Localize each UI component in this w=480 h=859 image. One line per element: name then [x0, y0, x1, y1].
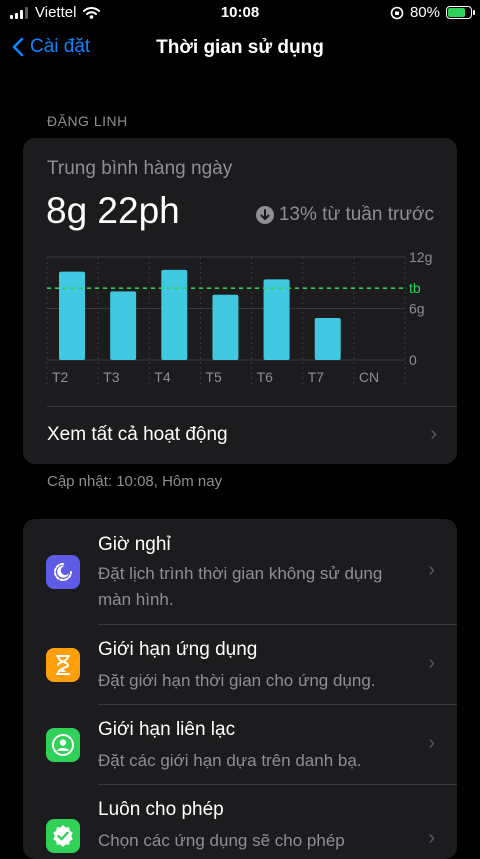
setting-title: Giới hạn ứng dụng — [98, 639, 258, 660]
chart-bar-T6 — [263, 279, 290, 360]
setting-subtitle-line: màn hình. — [98, 590, 174, 609]
setting-subtitle: Đặt các giới hạn dựa trên danh bạ. — [98, 748, 408, 774]
nav-bar: Cài đặt Thời gian sử dụng — [0, 28, 480, 72]
chevron-right-icon: › — [428, 827, 435, 849]
setting-row-always-allowed[interactable]: Luôn cho phép Chọn các ứng dụng sẽ cho p… — [23, 785, 457, 859]
status-bar: Viettel 10:08 80% — [0, 0, 480, 24]
battery-level — [448, 8, 465, 17]
setting-subtitle-line: Đặt các giới hạn dựa trên danh bạ. — [98, 751, 362, 770]
chevron-right-icon: › — [430, 423, 437, 445]
chevron-right-icon: › — [428, 732, 435, 754]
setting-row-communication-limits[interactable]: Giới hạn liên lạc Đặt các giới hạn dựa t… — [23, 705, 457, 785]
chart-x-label: T4 — [154, 369, 171, 385]
chart-x-label: T7 — [308, 369, 325, 385]
chevron-right-icon: › — [428, 559, 435, 581]
chart-x-label: T2 — [52, 369, 69, 385]
setting-title: Luôn cho phép — [98, 799, 224, 820]
see-all-activity-button[interactable]: Xem tất cả hoạt động › — [47, 423, 437, 446]
setting-row-app-limits[interactable]: Giới hạn ứng dụng Đặt giới hạn thời gian… — [23, 625, 457, 705]
orientation-lock-icon — [390, 6, 404, 19]
setting-subtitle-line: Đặt lịch trình thời gian không sử dụng — [98, 564, 383, 583]
chart-bar-T7 — [314, 317, 341, 360]
divider — [47, 406, 457, 407]
chart-bar-T3 — [110, 291, 137, 360]
setting-subtitle: Chọn các ứng dụng sẽ cho phép — [98, 828, 408, 854]
chart-x-label: T5 — [205, 369, 222, 385]
checkmark-badge-icon — [46, 819, 80, 853]
chart-bar-T5 — [212, 294, 239, 360]
settings-list: Giờ nghỉ Đặt lịch trình thời gian không … — [23, 519, 457, 859]
setting-subtitle-line: Đặt giới hạn thời gian cho ứng dụng. — [98, 671, 376, 690]
chart-average-label: tb — [409, 280, 421, 296]
setting-subtitle: Đặt giới hạn thời gian cho ứng dụng. — [98, 668, 408, 694]
page-title: Thời gian sử dụng — [156, 37, 324, 58]
status-right: 80% — [390, 4, 475, 21]
setting-title: Giờ nghỉ — [98, 534, 171, 555]
setting-subtitle: Đặt lịch trình thời gian không sử dụng m… — [98, 561, 408, 613]
chart-bar-T4 — [161, 269, 188, 360]
last-updated-text: Cập nhật: 10:08, Hôm nay — [47, 473, 223, 490]
chart-y-label: 12g — [409, 249, 432, 265]
battery-icon — [446, 6, 475, 19]
setting-row-downtime[interactable]: Giờ nghỉ Đặt lịch trình thời gian không … — [23, 519, 457, 625]
section-header-user: ĐẶNG LINH — [47, 113, 128, 129]
see-all-activity-label: Xem tất cả hoạt động — [47, 423, 228, 445]
downtime-icon — [46, 555, 80, 589]
usage-bar-chart[interactable]: T2 T3 T4 T5 T6 T7 CN 12g 6g 0 tb — [23, 138, 457, 398]
chart-y-label: 0 — [409, 352, 417, 368]
chart-y-label: 6g — [409, 301, 425, 317]
chart-x-label: T6 — [257, 369, 274, 385]
chevron-right-icon: › — [428, 652, 435, 674]
battery-percent: 80% — [409, 4, 440, 21]
hourglass-icon — [46, 648, 80, 682]
setting-subtitle-line: Chọn các ứng dụng sẽ cho phép — [98, 831, 345, 850]
setting-title: Giới hạn liên lạc — [98, 719, 236, 740]
usage-summary-card: Trung bình hàng ngày 8g 22ph 13% từ tuần… — [23, 138, 457, 464]
chart-x-label: T3 — [103, 369, 120, 385]
contact-icon — [46, 728, 80, 762]
chart-x-label: CN — [359, 369, 379, 385]
chart-bar-T2 — [59, 271, 85, 360]
